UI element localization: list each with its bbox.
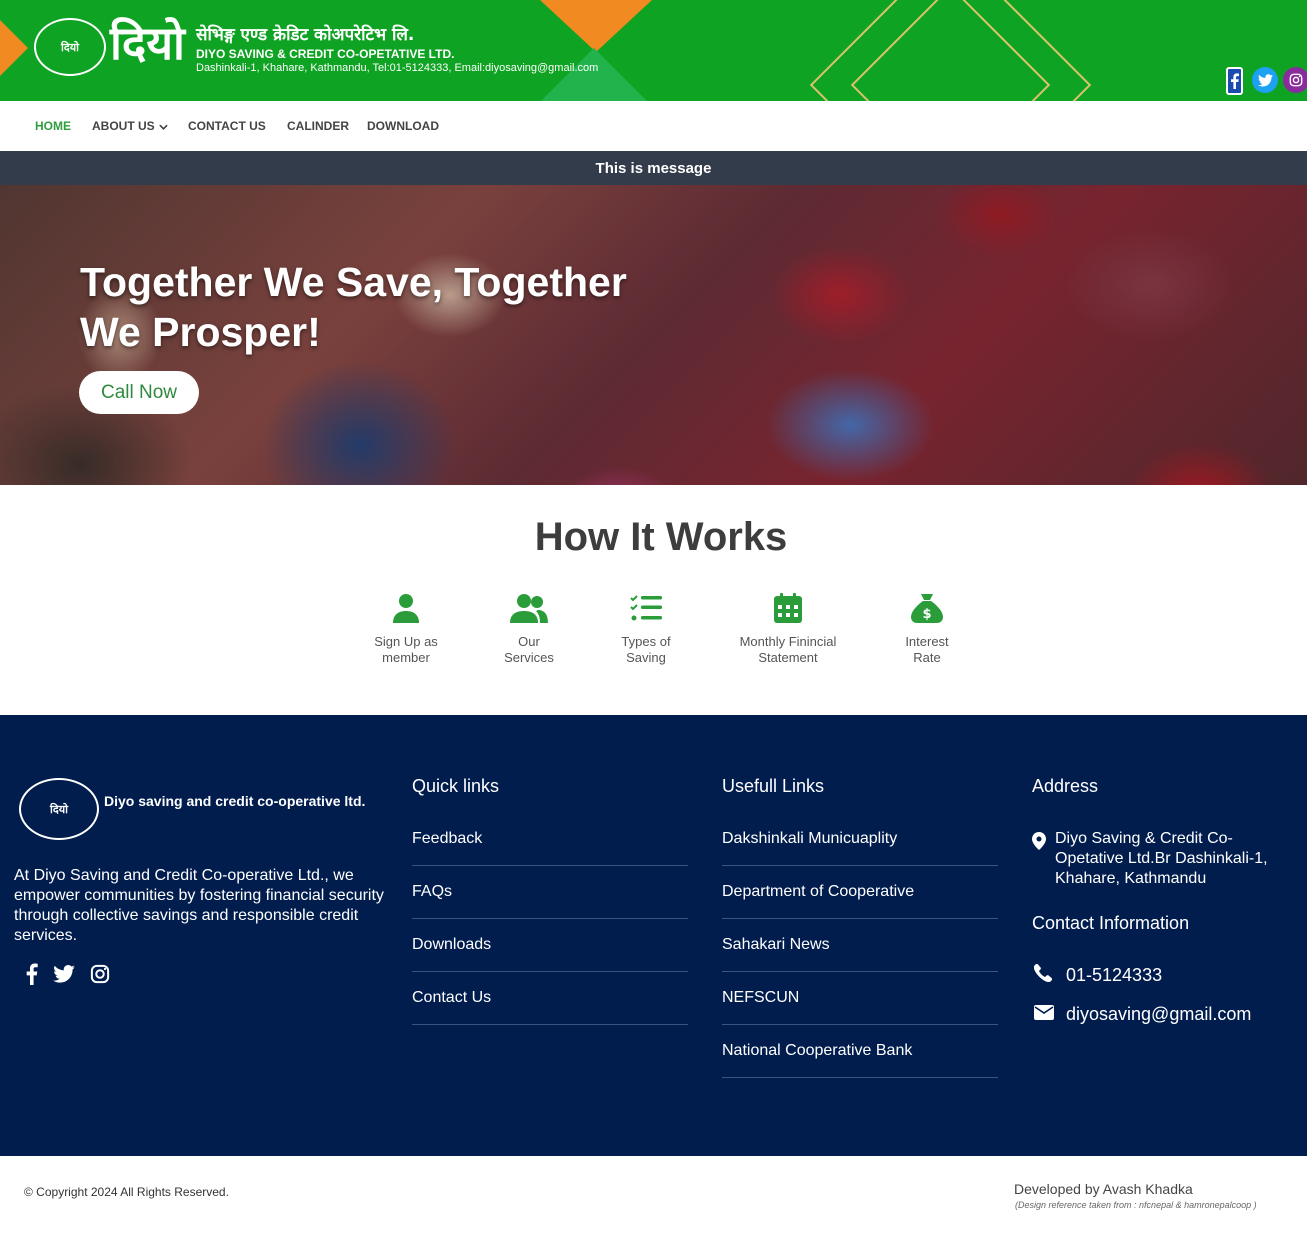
hiw-label: Types of Saving	[621, 634, 671, 665]
footer-link-nefscun[interactable]: NEFSCUN	[722, 972, 998, 1025]
org-name-nepali: सेभिङ्ग एण्ड क्रेडिट कोअपरेटिभ लि.	[196, 25, 415, 45]
address-title: Address	[1032, 776, 1099, 796]
footer-org-name: Diyo saving and credit co-operative ltd.	[104, 793, 366, 809]
design-reference-note: (Design reference taken from : nfcnepal …	[1015, 1200, 1257, 1210]
useful-links-title: Usefull Links	[722, 776, 825, 796]
site-header: दियो दियो सेभिङ्ग एण्ड क्रेडिट कोअपरेटिभ…	[0, 0, 1307, 101]
decorative-triangle	[540, 48, 648, 101]
footer-email[interactable]: diyosaving@gmail.com	[1034, 1004, 1251, 1025]
footer-link-downloads[interactable]: Downloads	[412, 919, 688, 972]
nav-item-label: CALINDER	[287, 119, 349, 133]
location-pin-icon	[1032, 832, 1046, 855]
logo-text[interactable]: दियो	[110, 16, 185, 70]
hiw-label: Our Services	[504, 634, 554, 665]
twitter-icon[interactable]	[52, 962, 76, 986]
facebook-icon[interactable]	[19, 962, 43, 986]
calendar-icon	[728, 592, 848, 624]
footer-logo: दियो	[19, 778, 99, 840]
footer-link-department-of-cooperative[interactable]: Department of Cooperative	[722, 866, 998, 919]
phone-number: 01-5124333	[1066, 965, 1163, 985]
message-text: This is message	[595, 159, 712, 177]
chevron-down-icon	[158, 119, 168, 133]
section-title: How It Works	[534, 515, 788, 559]
hiw-our-services[interactable]: Our Services	[494, 592, 564, 666]
hiw-label: Sign Up as member	[374, 634, 438, 665]
instagram-icon[interactable]	[88, 962, 112, 986]
nav-item-calinder[interactable]: CALINDER	[287, 119, 349, 133]
logo-seal[interactable]: दियो	[34, 18, 106, 76]
envelope-icon	[1034, 1004, 1066, 1025]
hero-title: Together We Save, Together We Prosper!	[80, 259, 627, 355]
hiw-types-of-saving[interactable]: Types of Saving	[611, 592, 681, 666]
nav-item-contact-us[interactable]: CONTACT US	[188, 119, 266, 133]
phone-icon	[1033, 963, 1066, 987]
footer-link-feedback[interactable]: Feedback	[412, 813, 688, 866]
users-icon	[494, 592, 564, 624]
svg-text:$: $	[922, 607, 931, 622]
footer-link-faqs[interactable]: FAQs	[412, 866, 688, 919]
nav-item-label: ABOUT US	[92, 119, 155, 133]
user-icon	[366, 592, 446, 624]
decorative-triangle	[540, 0, 652, 52]
org-address: Dashinkali-1, Khahare, Kathmandu, Tel:01…	[196, 62, 599, 74]
main-nav: HOME ABOUT US CONTACT US CALINDER DOWNLO…	[0, 101, 1307, 151]
message-bar: This is message	[0, 151, 1307, 185]
hiw-label: Interest Rate	[905, 634, 949, 665]
quick-links-title: Quick links	[412, 776, 500, 796]
footer-link-sahakari-news[interactable]: Sahakari News	[722, 919, 998, 972]
nav-item-about-us[interactable]: ABOUT US	[92, 119, 168, 133]
footer-phone[interactable]: 01-5124333	[1033, 963, 1163, 987]
twitter-icon[interactable]	[1252, 67, 1278, 93]
hiw-sign-up[interactable]: Sign Up as member	[366, 592, 446, 666]
footer-address: Diyo Saving & Credit Co-Opetative Ltd.Br…	[1055, 830, 1268, 887]
list-check-icon	[611, 592, 681, 624]
footer-link-dakshinkali[interactable]: Dakshinkali Municuaplity	[722, 813, 998, 866]
facebook-icon[interactable]	[1226, 67, 1243, 95]
footer-about-text: At Diyo Saving and Credit Co-operative L…	[14, 867, 384, 944]
copyright-text: © Copyright 2024 All Rights Reserved.	[24, 1185, 229, 1199]
developer-credit: Developed by Avash Khadka	[1014, 1181, 1193, 1197]
call-now-button[interactable]: Call Now	[79, 371, 199, 414]
footer-link-contact-us[interactable]: Contact Us	[412, 972, 688, 1025]
nav-item-label: CONTACT US	[188, 119, 266, 133]
hiw-monthly-statement[interactable]: Monthly Finincial Statement	[728, 592, 848, 666]
email-address: diyosaving@gmail.com	[1066, 1004, 1252, 1024]
nav-item-home[interactable]: HOME	[35, 119, 71, 133]
org-name-english: DIYO SAVING & CREDIT CO-OPETATIVE LTD.	[196, 47, 455, 61]
nav-item-label: DOWNLOAD	[367, 119, 439, 133]
hero-banner: Together We Save, Together We Prosper! C…	[0, 185, 1307, 485]
decorative-triangle	[0, 20, 28, 76]
money-bag-icon: $	[896, 592, 958, 624]
contact-info-title: Contact Information	[1032, 913, 1190, 933]
instagram-icon[interactable]	[1283, 67, 1307, 93]
nav-item-label: HOME	[35, 119, 71, 133]
footer-link-national-cooperative-bank[interactable]: National Cooperative Bank	[722, 1025, 998, 1078]
hiw-label: Monthly Finincial Statement	[739, 634, 837, 665]
site-footer: दियो Diyo saving and credit co-operative…	[0, 715, 1307, 1156]
nav-item-download[interactable]: DOWNLOAD	[367, 119, 439, 133]
hiw-interest-rate[interactable]: $ Interest Rate	[896, 592, 958, 666]
